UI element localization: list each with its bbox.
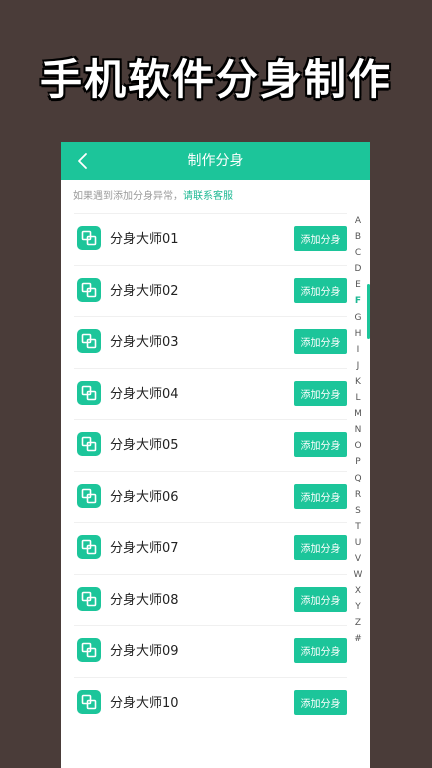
index-letter[interactable]: M bbox=[351, 406, 365, 422]
clone-app-icon bbox=[77, 483, 101, 508]
index-letter[interactable]: A bbox=[351, 213, 365, 229]
clone-app-icon bbox=[77, 226, 101, 250]
phone-screen: 制作分身 如果遇到添加分身异常，请联系客服 分身大师01 添加分身 分身大师02… bbox=[61, 142, 370, 768]
index-letter[interactable]: H bbox=[351, 326, 365, 342]
index-letter[interactable]: E bbox=[351, 277, 365, 293]
list-item: 分身大师09 添加分身 bbox=[74, 625, 347, 677]
app-name: 分身大师01 bbox=[110, 232, 179, 247]
add-clone-button[interactable]: 添加分身 bbox=[294, 329, 347, 354]
app-name: 分身大师09 bbox=[110, 644, 179, 659]
index-letter[interactable]: V bbox=[351, 551, 365, 567]
list-item: 分身大师07 添加分身 bbox=[74, 522, 347, 574]
list-item: 分身大师04 添加分身 bbox=[74, 367, 347, 420]
index-letter[interactable]: Z bbox=[351, 615, 365, 631]
clone-app-icon bbox=[77, 380, 101, 405]
app-name: 分身大师07 bbox=[110, 541, 179, 556]
app-name: 分身大师08 bbox=[110, 592, 179, 608]
app-bar: 制作分身 bbox=[61, 142, 370, 180]
list-item: 分身大师08 添加分身 bbox=[74, 573, 347, 626]
clone-app-icon bbox=[77, 689, 101, 714]
index-letter[interactable]: Q bbox=[351, 471, 365, 487]
add-clone-button[interactable]: 添加分身 bbox=[294, 380, 347, 406]
list-item: 分身大师03 添加分身 bbox=[74, 316, 347, 368]
app-name: 分身大师05 bbox=[110, 438, 179, 453]
index-letter[interactable]: D bbox=[351, 261, 365, 277]
clone-app-icon bbox=[77, 535, 101, 559]
contact-support-link[interactable]: 请联系客服 bbox=[183, 191, 233, 202]
list-item: 分身大师05 添加分身 bbox=[74, 419, 347, 471]
clone-app-icon bbox=[77, 432, 101, 456]
index-letter[interactable]: R bbox=[351, 487, 365, 503]
index-letter[interactable]: C bbox=[351, 245, 365, 261]
index-letter[interactable]: U bbox=[351, 535, 365, 551]
index-letter[interactable]: S bbox=[351, 503, 365, 519]
list-item: 分身大师01 添加分身 bbox=[74, 213, 347, 265]
notice-bar: 如果遇到添加分身异常，请联系客服 bbox=[61, 180, 370, 213]
add-clone-button[interactable]: 添加分身 bbox=[294, 638, 347, 663]
index-letter[interactable]: T bbox=[351, 519, 365, 535]
app-name: 分身大师06 bbox=[110, 489, 179, 505]
index-letter[interactable]: I bbox=[351, 342, 365, 358]
index-letter[interactable]: W bbox=[351, 567, 365, 583]
alphabet-index[interactable]: A B C D E F G H I J K L M N O P Q R S T U V W X Y Z # bbox=[351, 213, 365, 648]
clone-app-list: 分身大师01 添加分身 分身大师02 添加分身 分身大师03 添加分身 分身大师… bbox=[74, 213, 347, 728]
scroll-indicator[interactable] bbox=[367, 284, 370, 339]
app-name: 分身大师02 bbox=[110, 283, 179, 299]
index-letter[interactable]: L bbox=[351, 390, 365, 406]
app-name: 分身大师03 bbox=[110, 335, 179, 350]
list-item: 分身大师06 添加分身 bbox=[74, 470, 347, 523]
clone-app-icon bbox=[77, 277, 101, 302]
add-clone-button[interactable]: 添加分身 bbox=[294, 535, 347, 560]
index-letter[interactable]: Y bbox=[351, 599, 365, 615]
add-clone-button[interactable]: 添加分身 bbox=[294, 226, 347, 251]
index-letter[interactable]: K bbox=[351, 374, 365, 390]
add-clone-button[interactable]: 添加分身 bbox=[294, 689, 347, 715]
add-clone-button[interactable]: 添加分身 bbox=[294, 483, 347, 509]
index-letter[interactable]: O bbox=[351, 438, 365, 454]
index-letter[interactable]: X bbox=[351, 583, 365, 599]
clone-app-icon bbox=[77, 638, 101, 662]
index-letter[interactable]: # bbox=[351, 631, 365, 647]
index-letter[interactable]: F bbox=[351, 293, 365, 309]
app-name: 分身大师10 bbox=[110, 695, 179, 711]
add-clone-button[interactable]: 添加分身 bbox=[294, 277, 347, 303]
index-letter[interactable]: P bbox=[351, 454, 365, 470]
add-clone-button[interactable]: 添加分身 bbox=[294, 586, 347, 612]
clone-app-icon bbox=[77, 329, 101, 353]
list-item: 分身大师10 添加分身 bbox=[74, 676, 347, 729]
notice-text: 如果遇到添加分身异常， bbox=[73, 191, 183, 202]
add-clone-button[interactable]: 添加分身 bbox=[294, 432, 347, 457]
page-title: 制作分身 bbox=[187, 153, 244, 169]
clone-app-icon bbox=[77, 586, 101, 611]
promo-title: 手机软件分身制作 bbox=[39, 55, 392, 104]
index-letter[interactable]: B bbox=[351, 229, 365, 245]
index-letter[interactable]: N bbox=[351, 422, 365, 438]
app-name: 分身大师04 bbox=[110, 386, 179, 402]
list-item: 分身大师02 添加分身 bbox=[74, 264, 347, 317]
index-letter[interactable]: J bbox=[351, 358, 365, 374]
index-letter[interactable]: G bbox=[351, 310, 365, 326]
